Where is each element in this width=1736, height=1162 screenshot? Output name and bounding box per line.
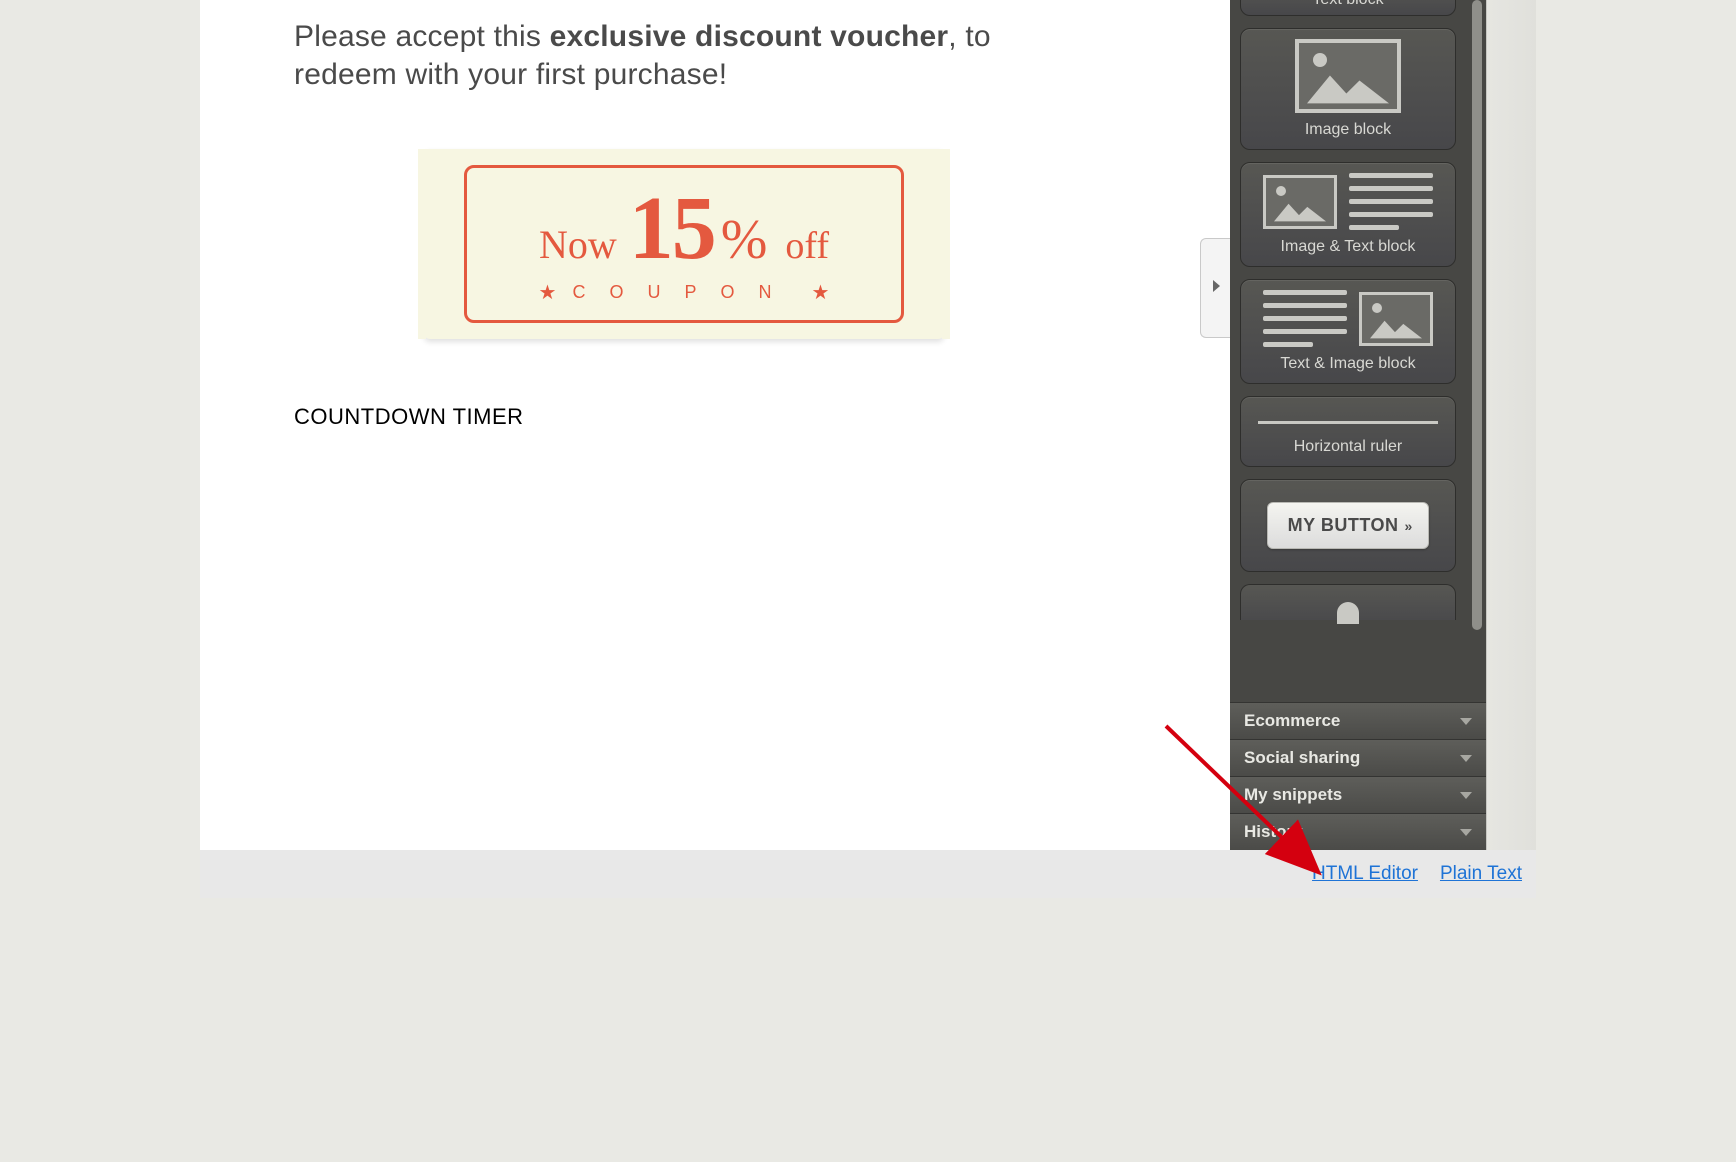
coupon-label-row: ★ COUPON ★: [535, 280, 834, 305]
coupon-main-line: Now 15 % off: [539, 184, 829, 274]
tile-button[interactable]: MY BUTTON »: [1240, 479, 1456, 572]
text-image-icon: [1263, 290, 1433, 347]
countdown-timer-block[interactable]: COUNTDOWN TIMER: [294, 404, 524, 430]
tile-next-peek[interactable]: [1240, 584, 1456, 620]
tile-label: Text & Image block: [1280, 355, 1415, 373]
star-icon: ★: [539, 280, 557, 305]
intro-bold: exclusive discount voucher: [550, 20, 949, 53]
accordion-my-snippets[interactable]: My snippets: [1230, 776, 1486, 813]
button-label: MY BUTTON: [1288, 515, 1399, 536]
tile-image-text-block[interactable]: Image & Text block: [1240, 162, 1456, 267]
blocks-panel[interactable]: Text block Image block: [1230, 0, 1486, 702]
tile-label: Image block: [1305, 121, 1391, 139]
email-canvas[interactable]: Please accept this exclusive discount vo…: [200, 0, 1230, 850]
chevron-right-icon: [1211, 279, 1221, 297]
tile-label: Text block: [1312, 0, 1383, 9]
chevron-down-icon: [1460, 792, 1472, 799]
horizontal-ruler-icon: [1258, 421, 1438, 424]
coupon-percent: %: [721, 208, 768, 272]
intro-text: Please accept this exclusive discount vo…: [294, 18, 1074, 93]
sidebar-accordion: Ecommerce Social sharing My snippets His…: [1230, 702, 1486, 850]
coupon-ticket[interactable]: Now 15 % off ★ COUPON ★: [424, 149, 944, 339]
tile-horizontal-ruler[interactable]: Horizontal ruler: [1240, 396, 1456, 467]
coupon-inner: Now 15 % off ★ COUPON ★: [464, 165, 904, 323]
chevron-down-icon: [1460, 755, 1472, 762]
sample-button: MY BUTTON »: [1267, 502, 1430, 549]
email-content: Please accept this exclusive discount vo…: [294, 0, 1074, 339]
coupon-label: COUPON: [572, 282, 795, 303]
image-text-icon: [1263, 173, 1433, 230]
accordion-history[interactable]: History: [1230, 813, 1486, 850]
panel-collapse-toggle[interactable]: [1200, 238, 1230, 338]
avatar-icon: [1337, 602, 1359, 624]
accordion-label: History: [1244, 822, 1303, 842]
intro-pre: Please accept this: [294, 20, 550, 53]
sidebar-gutter: [1486, 0, 1536, 850]
tile-text-image-block[interactable]: Text & Image block: [1240, 279, 1456, 384]
coupon-amount: 15: [629, 184, 715, 274]
plain-text-link[interactable]: Plain Text: [1440, 863, 1522, 885]
coupon-now: Now: [539, 221, 617, 268]
double-chevron-right-icon: »: [1405, 518, 1409, 534]
scrollbar-thumb[interactable]: [1472, 0, 1482, 630]
chevron-down-icon: [1460, 829, 1472, 836]
accordion-label: My snippets: [1244, 785, 1342, 805]
accordion-label: Social sharing: [1244, 748, 1360, 768]
star-icon: ★: [812, 280, 830, 305]
accordion-label: Ecommerce: [1244, 711, 1340, 731]
tile-label: Image & Text block: [1281, 238, 1416, 256]
app-root: Please accept this exclusive discount vo…: [200, 0, 1536, 898]
chevron-down-icon: [1460, 718, 1472, 725]
sidebar: Text block Image block: [1230, 0, 1536, 850]
tile-image-block[interactable]: Image block: [1240, 28, 1456, 150]
footer-bar: HTML Editor Plain Text: [200, 850, 1536, 898]
html-editor-link[interactable]: HTML Editor: [1312, 863, 1418, 885]
tile-label: Horizontal ruler: [1294, 438, 1402, 456]
coupon-off: off: [785, 224, 829, 268]
blocks-scrollbar[interactable]: [1470, 0, 1484, 702]
accordion-social-sharing[interactable]: Social sharing: [1230, 739, 1486, 776]
tile-text-block[interactable]: Text block: [1240, 0, 1456, 16]
accordion-ecommerce[interactable]: Ecommerce: [1230, 702, 1486, 739]
coupon-container: Now 15 % off ★ COUPON ★: [294, 149, 1074, 339]
image-icon: [1263, 39, 1433, 113]
